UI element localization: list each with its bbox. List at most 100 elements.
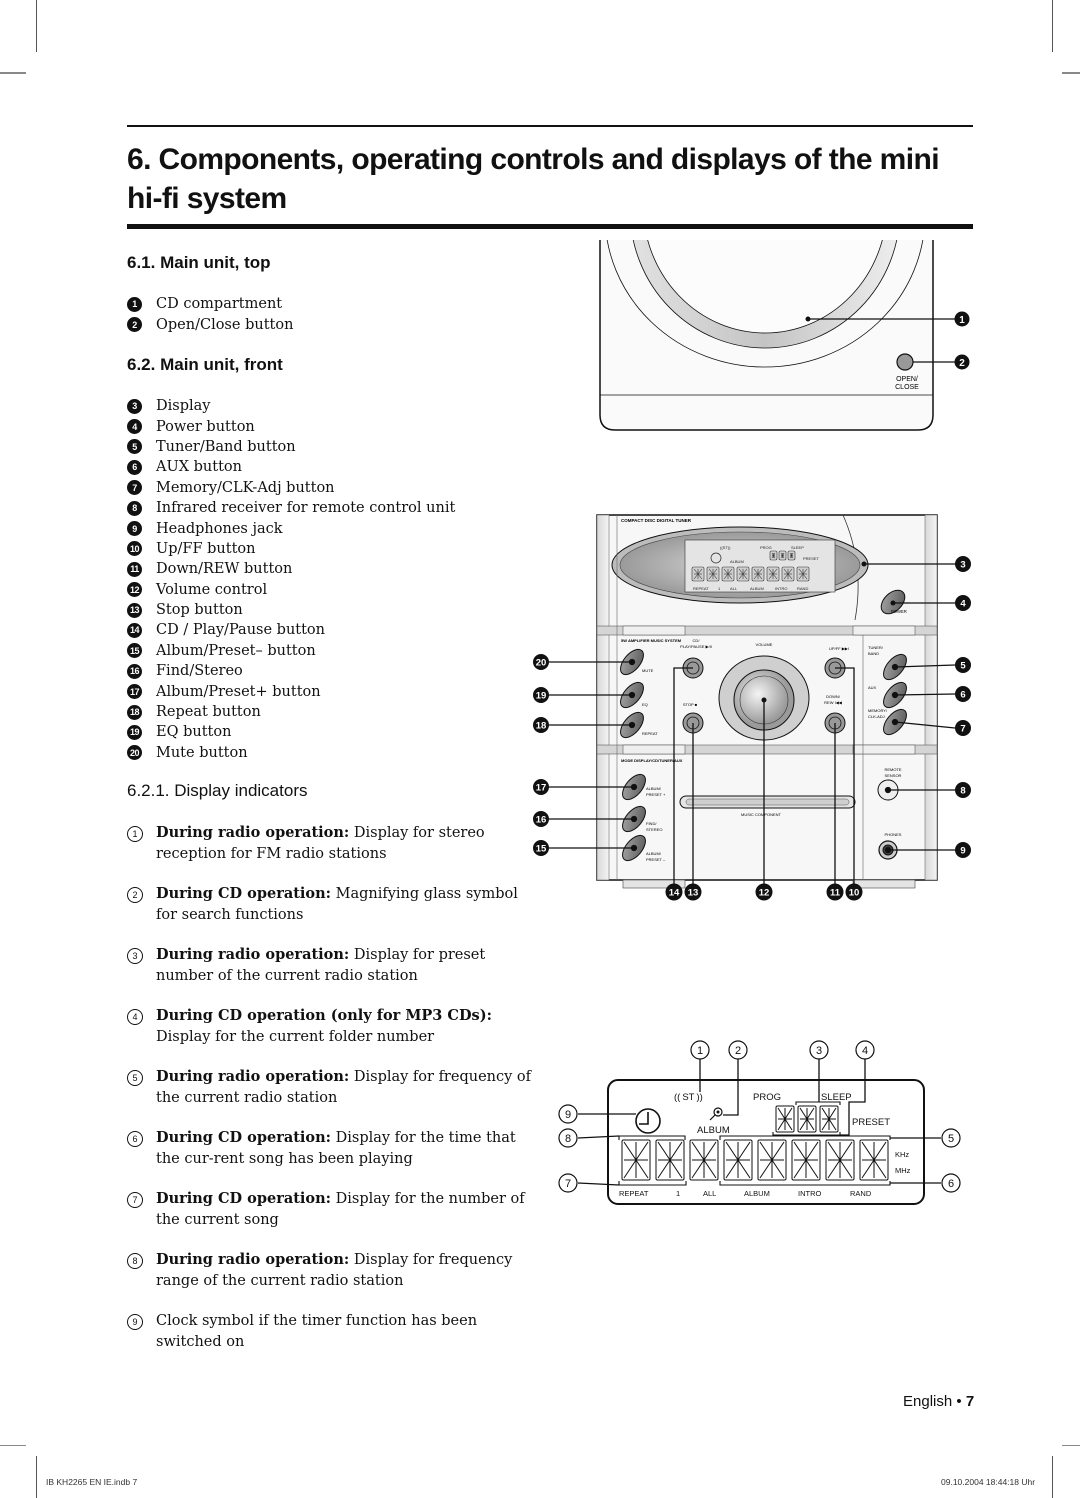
section-heading-top: 6.1. Main unit, top [127,253,271,272]
lcd-segment-digit [721,566,735,582]
list-item: 12 Volume control [127,580,557,600]
list-item: 15 Album/Preset– button [127,641,557,661]
callout-3: 3 [809,1040,829,1060]
stereo-indicator: ((ST)) [674,1092,703,1103]
lcd-segment-digit [797,1105,817,1133]
number-badge: 18 [127,704,142,720]
lcd-segment-digit [723,1139,753,1181]
number-badge: 3 [127,398,142,414]
list-item: 18 Repeat button [127,702,557,722]
number-badge: 19 [127,724,142,740]
svg-text:ALBUM: ALBUM [730,559,744,564]
item-label: Headphones jack [156,520,283,537]
callout-7: 7 [955,720,971,736]
indicator-description: During CD operation: Display for the tim… [156,1128,542,1169]
indicator-condition: During radio operation: [156,946,350,963]
lcd-segment-digit [689,1139,719,1181]
svg-text:1: 1 [697,1045,703,1057]
list-item: 17 Album/Preset+ button [127,681,557,701]
svg-text:ALL: ALL [730,586,738,591]
svg-text:20: 20 [536,658,547,669]
list-item: 16 Find/Stereo [127,661,557,681]
callout-8: 8 [955,782,971,798]
item-label: Display [156,398,211,415]
crop-mark [0,1445,26,1446]
svg-text:17: 17 [536,783,547,794]
svg-text:10: 10 [849,888,860,899]
callout-19: 19 [533,687,549,703]
svg-text:OPEN/: OPEN/ [896,376,918,383]
svg-text:16: 16 [536,815,547,826]
number-badge: 20 [127,745,142,761]
number-badge: 5 [127,439,142,455]
item-label: Stop button [156,602,243,619]
svg-text:CLK-ADJ: CLK-ADJ [868,714,885,719]
list-item: 11 Down/REW button [127,559,557,579]
svg-text:3: 3 [960,560,965,571]
svg-text:REMOTE: REMOTE [884,767,901,772]
lcd-segment-digit [769,550,778,561]
display-indicator-item: 7 During CD operation: Display for the nu… [127,1189,542,1230]
crop-mark [1062,1445,1080,1446]
svg-text:PRESET: PRESET [803,556,820,561]
indicator-description: During radio operation: Display for ster… [156,823,542,864]
indicator-description: During CD operation: Magnifying glass sy… [156,884,542,925]
lcd-segment-digit [757,1139,787,1181]
callout-6: 6 [941,1173,961,1193]
figure-main-unit-top: OPEN/ CLOSE 1 2 [599,240,970,431]
list-top-components: 1 CD compartment 2 Open/Close button [127,294,557,335]
callout-18: 18 [533,717,549,733]
indicator-condition: During radio operation: [156,1068,350,1085]
list-item: 7 Memory/CLK-Adj button [127,478,557,498]
number-badge: 13 [127,602,142,618]
item-label: AUX button [156,459,242,476]
number-badge: 11 [127,561,142,577]
lcd-segment-digit [825,1139,855,1181]
circled-number: 1 [127,826,143,842]
crop-mark [36,1456,37,1498]
list-front-components: 3 Display 4 Power button 5 Tuner/Band button 6… [127,396,557,763]
svg-text:COMPACT DISC DIGITAL TUNER: COMPACT DISC DIGITAL TUNER [621,518,692,523]
album-indicator: ALBUM [697,1125,730,1136]
lcd-segment-digit [787,550,796,561]
indicator-description: During radio operation: Display for freq… [156,1250,542,1291]
indicator-description: During radio operation: Display for freq… [156,1067,542,1108]
item-label: Find/Stereo [156,663,243,680]
svg-text:7: 7 [565,1178,571,1190]
list-item: 14 CD / Play/Pause button [127,620,557,640]
svg-text:13: 13 [688,888,699,899]
callout-14: 14 [665,883,683,901]
lcd-segment-digit [859,1139,889,1181]
callout-5: 5 [941,1128,961,1148]
list-item: 3 Display [127,396,557,416]
list-item: 8 Infrared receiver for remote control un… [127,498,557,518]
item-label: Repeat button [156,704,261,721]
svg-text:4: 4 [960,599,966,610]
item-label: Memory/CLK-Adj button [156,479,335,496]
figure-display-indicators: ((ST)) PROG SLEEP PRESET ALBUM KHz MHz R… [558,1040,961,1205]
list-item: 13 Stop button [127,600,557,620]
svg-text:STEREO: STEREO [646,827,662,832]
svg-text:2: 2 [959,358,965,369]
indicator-description: Clock symbol if the timer function has b… [156,1311,542,1352]
circled-number: 9 [127,1314,143,1330]
svg-text:CLOSE: CLOSE [895,384,919,391]
callout-11: 11 [826,883,844,901]
item-label: Mute button [156,744,248,761]
svg-text:AUX: AUX [868,685,877,690]
list-item: 20 Mute button [127,743,557,763]
footer-separator: • [956,1393,962,1410]
svg-text:CD/: CD/ [693,638,701,643]
indicator-condition: During CD operation: [156,1190,331,1207]
list-item: 1 CD compartment [127,294,557,314]
item-label: Album/Preset– button [156,642,316,659]
print-slug-left: IB KH2265 EN IE.indb 7 [46,1477,138,1487]
callout-17: 17 [533,779,549,795]
svg-text:ALBUM: ALBUM [750,586,764,591]
svg-text:6: 6 [948,1178,954,1190]
circled-number: 4 [127,1009,143,1025]
indicator-condition: During radio operation: [156,824,350,841]
prog-indicator: PROG [753,1092,781,1103]
number-badge: 9 [127,521,142,537]
svg-text:EQ: EQ [642,702,648,707]
